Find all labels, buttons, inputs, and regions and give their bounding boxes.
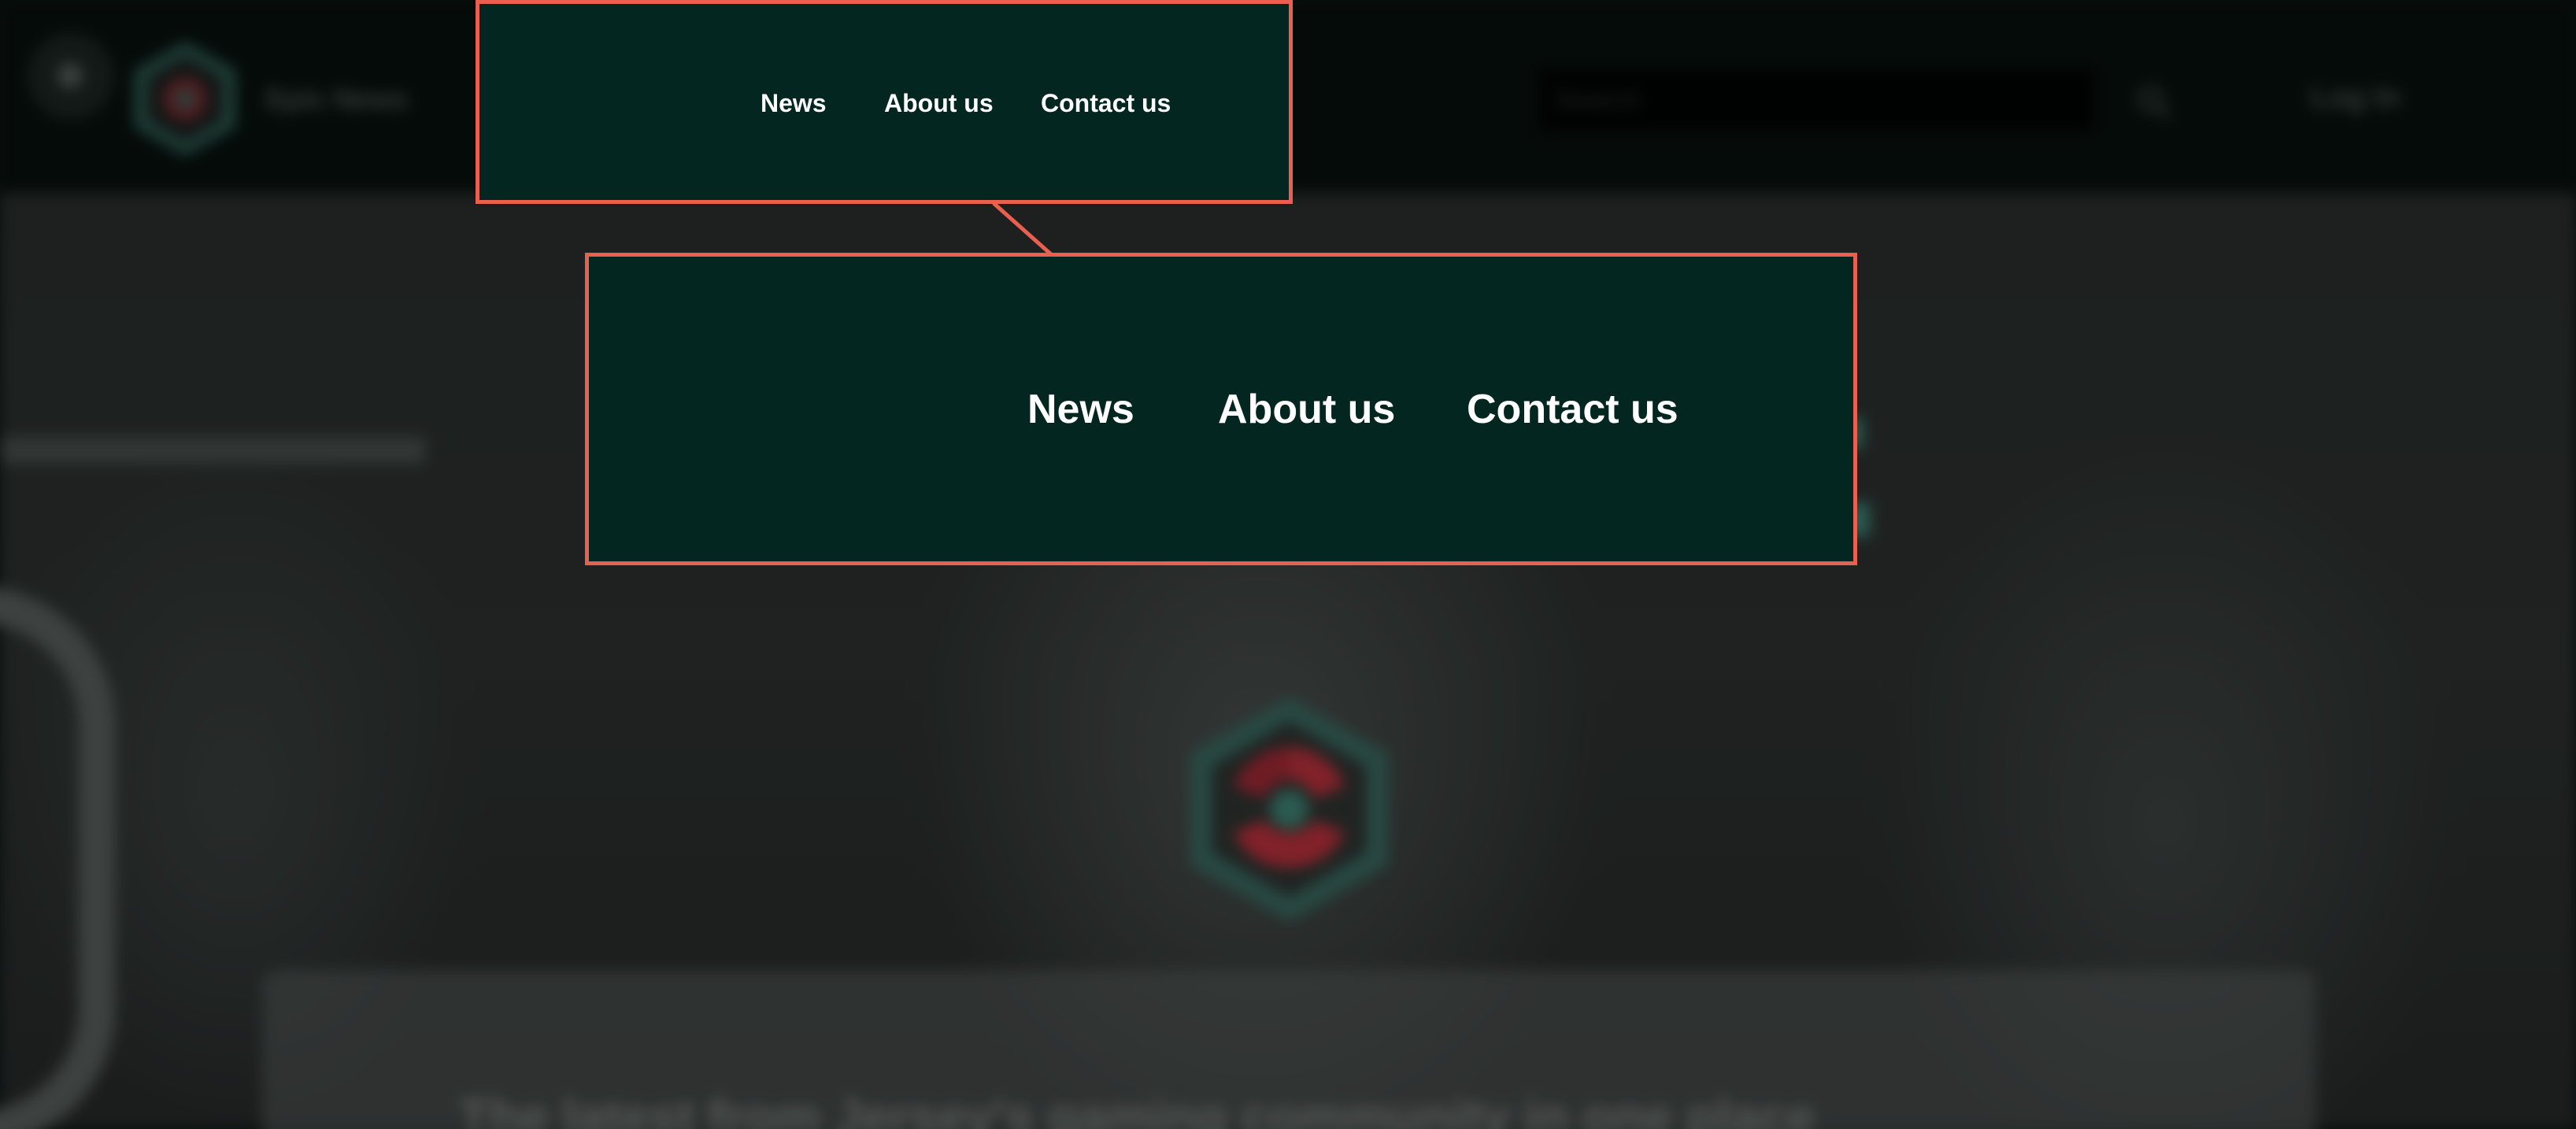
nav-link-about-us[interactable]: About us (884, 89, 994, 118)
nav-link-contact-us-zoomed[interactable]: Contact us (1467, 386, 1678, 433)
nav-menu-highlight: News About us Contact us (476, 0, 1293, 204)
nav-menu-zoom: News About us Contact us (585, 253, 1857, 565)
nav-link-about-us-zoomed[interactable]: About us (1218, 386, 1395, 433)
nav-link-news-zoomed[interactable]: News (1027, 386, 1134, 433)
screenshot-stage: EPIC NEWS The latest from Jersey's gamin… (0, 0, 2576, 1129)
nav-link-news[interactable]: News (761, 89, 827, 118)
nav-link-contact-us[interactable]: Contact us (1041, 89, 1171, 118)
